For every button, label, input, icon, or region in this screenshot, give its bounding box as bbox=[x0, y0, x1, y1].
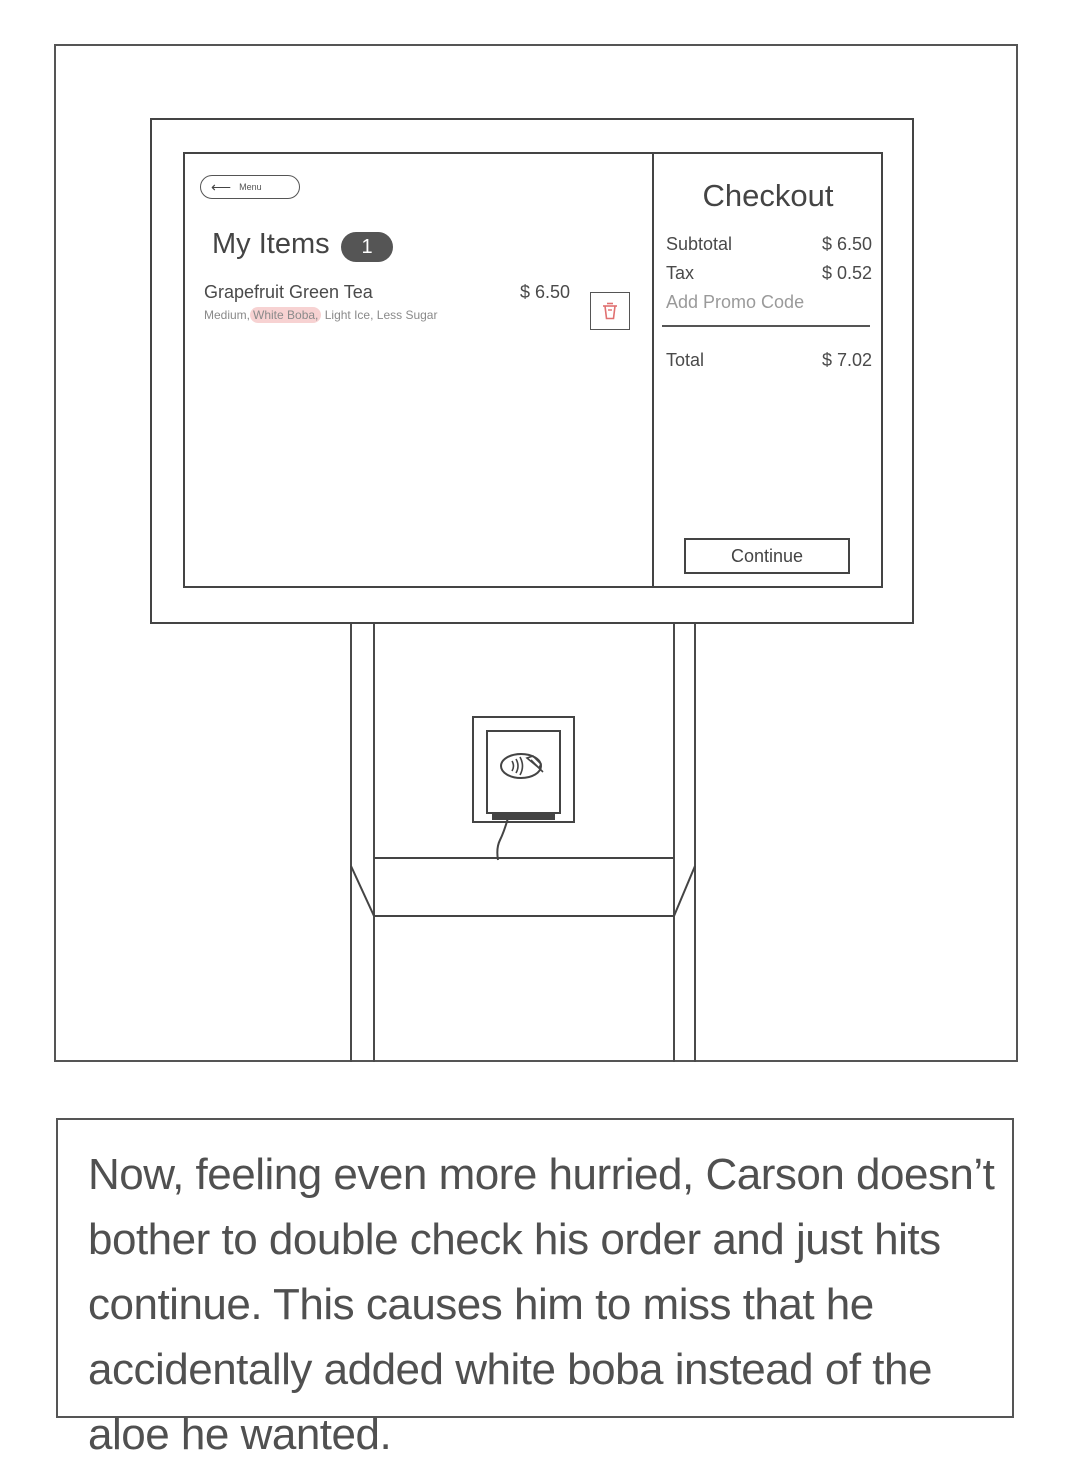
checkout-rule bbox=[662, 325, 870, 327]
item-name: Grapefruit Green Tea bbox=[204, 282, 373, 302]
continue-button[interactable]: Continue bbox=[684, 538, 850, 574]
menu-button-label: Menu bbox=[239, 182, 262, 192]
modifier-topping-highlighted: White Boba, bbox=[250, 307, 322, 323]
my-items-title: My Items bbox=[212, 228, 330, 260]
card-reader-cable bbox=[496, 818, 509, 861]
delete-item-button[interactable] bbox=[590, 292, 630, 330]
item-price: $ 6.50 bbox=[520, 282, 571, 302]
modifier-ice-sugar: Light Ice, Less Sugar bbox=[324, 308, 438, 322]
kiosk-screen bbox=[183, 152, 883, 588]
total-label: Total bbox=[666, 350, 705, 370]
subtotal-label: Subtotal bbox=[666, 234, 733, 254]
stand-left-leg-outer bbox=[350, 624, 352, 1062]
back-arrow-icon: ⟵ bbox=[211, 179, 232, 195]
checkout-divider bbox=[652, 152, 654, 588]
stand-right-leg-outer bbox=[694, 624, 696, 1062]
tax-value: $ 0.52 bbox=[821, 263, 872, 283]
item-modifiers: Medium, White Boba, Light Ice, Less Sugar bbox=[204, 307, 438, 323]
storyboard-caption: Now, feeling even more hurried, Carson d… bbox=[88, 1150, 995, 1459]
stand-shelf bbox=[350, 857, 696, 917]
tax-label: Tax bbox=[666, 263, 695, 283]
subtotal-value: $ 6.50 bbox=[821, 234, 872, 254]
total-value: $ 7.02 bbox=[821, 350, 872, 370]
stand-left-leg-inner bbox=[373, 624, 375, 1062]
trash-icon bbox=[603, 302, 617, 320]
checkout-title: Checkout bbox=[702, 178, 834, 213]
add-promo-code-link[interactable]: Add Promo Code bbox=[666, 292, 804, 313]
items-count-badge: 1 bbox=[341, 232, 393, 262]
menu-back-button[interactable]: ⟵ Menu bbox=[200, 175, 300, 199]
stand-right-leg-inner bbox=[673, 624, 675, 1062]
contactless-payment-icon bbox=[500, 753, 544, 779]
modifier-size: Medium, bbox=[204, 308, 251, 322]
